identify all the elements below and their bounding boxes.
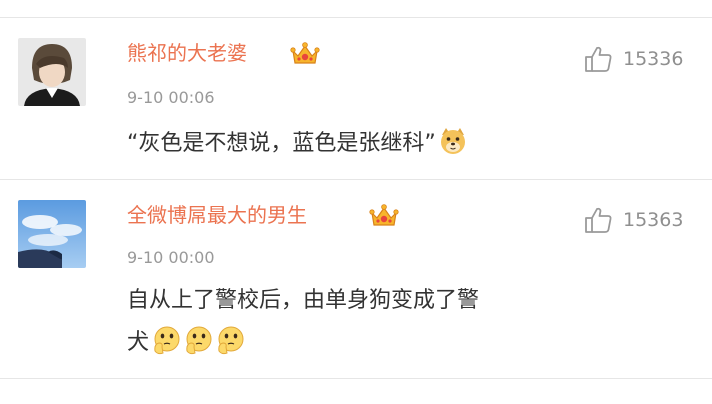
thumbs-up-icon [585,46,612,72]
comment-item: 熊祁的大老婆 15336 9-10 00:06 “灰色是不想说，蓝色是张继科” [0,18,712,179]
crown-badge-icon [369,203,399,229]
crown-badge-icon [290,41,320,67]
thumbs-up-icon [585,207,612,233]
comment-item: 全微博屌最大的男生 15363 9-10 00:00 自从上了警校后，由单身狗变… [0,180,712,377]
like-button[interactable]: 15336 [583,44,683,74]
comment-text-content: 犬 [127,330,150,355]
avatar[interactable] [18,38,86,106]
thinking-emoji-icon [218,326,244,355]
like-button[interactable]: 15363 [583,205,683,235]
timestamp: 9-10 00:06 [127,88,215,107]
timestamp: 9-10 00:00 [127,248,215,267]
like-count: 15363 [623,209,684,231]
comment-text-line-2: 犬 [127,325,245,361]
thinking-emoji-icon [154,326,180,355]
comment-text-content: “灰色是不想说，蓝色是张继科” [127,131,436,156]
avatar[interactable] [18,200,86,268]
comment-text-line-1: 自从上了警校后，由单身狗变成了警 [127,288,480,313]
divider [0,378,712,379]
username[interactable]: 熊祁的大老婆 [127,40,247,66]
like-count: 15336 [623,48,684,70]
doge-emoji-icon [440,128,465,154]
comment-text: “灰色是不想说，蓝色是张继科” [127,126,468,162]
username[interactable]: 全微博屌最大的男生 [127,202,307,228]
thinking-emoji-icon [186,326,212,355]
comment-list: 熊祁的大老婆 15336 9-10 00:06 “灰色是不想说，蓝色是张继科” [0,0,712,404]
